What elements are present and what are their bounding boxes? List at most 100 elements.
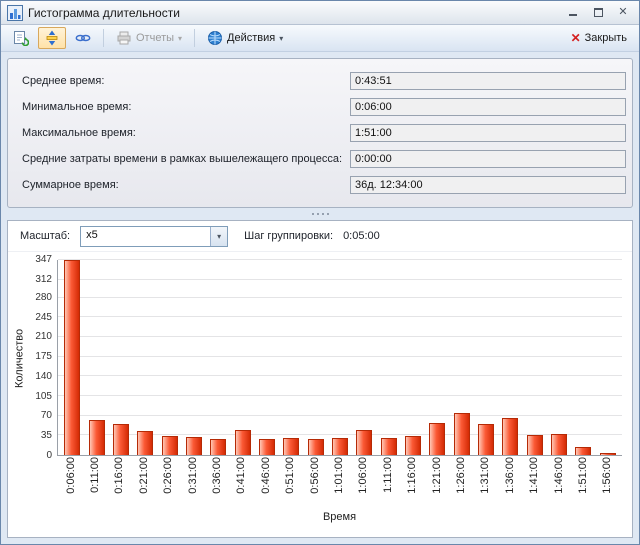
printer-icon <box>116 30 132 46</box>
y-tick-label: 0 <box>46 451 52 461</box>
chart-controls: Масштаб: x5 ▾ Шаг группировки: 0:05:00 <box>8 221 632 252</box>
histogram-chart: Количество 34731228024521017514010570350… <box>8 252 632 537</box>
y-tick-label: 70 <box>41 411 52 421</box>
stat-value-field[interactable]: 0:00:00 <box>350 150 626 168</box>
y-tick-label: 105 <box>35 392 52 402</box>
y-axis-title: Количество <box>12 260 27 456</box>
x-tick-label: 1:46:00 <box>554 457 565 494</box>
histogram-bar <box>259 439 275 455</box>
globe-icon <box>207 30 223 46</box>
x-tick-label: 1:01:00 <box>334 457 345 494</box>
x-tick-label: 0:56:00 <box>310 457 321 494</box>
maximize-button[interactable] <box>588 4 608 21</box>
stat-value-field[interactable]: 36д. 12:34:00 <box>350 176 626 194</box>
stat-row: Суммарное время:36д. 12:34:00 <box>22 172 626 198</box>
bar-slot <box>182 260 206 455</box>
toolbar-separator <box>103 29 104 47</box>
x-slot: 0:31:00 <box>181 456 205 508</box>
histogram-bar <box>308 439 324 455</box>
x-tick-label: 0:21:00 <box>139 457 150 494</box>
reports-button: Отчеты ▾ <box>110 27 188 49</box>
bar-slot <box>498 260 522 455</box>
y-axis: 34731228024521017514010570350 <box>27 260 57 456</box>
histogram-bar <box>600 453 616 455</box>
x-slot: 0:56:00 <box>303 456 327 508</box>
x-tick-label: 0:16:00 <box>114 457 125 494</box>
histogram-bar <box>575 447 591 455</box>
bars <box>58 260 622 455</box>
y-tick-label: 35 <box>41 431 52 441</box>
link-button[interactable] <box>69 27 97 49</box>
y-tick-label: 210 <box>35 332 52 342</box>
x-tick-label: 0:11:00 <box>90 457 101 493</box>
stat-row: Средние затраты времени в рамках вышележ… <box>22 146 626 172</box>
stat-label: Среднее время: <box>22 75 350 87</box>
histogram-bar <box>186 437 202 455</box>
actions-button[interactable]: Действия ▾ <box>201 27 289 49</box>
scale-combobox-value: x5 <box>81 227 210 246</box>
combobox-dropdown-button[interactable]: ▾ <box>210 227 227 246</box>
window-close-button[interactable]: ✕ <box>613 4 633 21</box>
close-x-icon: ✕ <box>571 32 581 44</box>
plot-area <box>57 260 622 456</box>
x-tick-label: 0:46:00 <box>261 457 272 494</box>
close-button[interactable]: ✕ Закрыть <box>565 27 633 49</box>
minimize-icon <box>569 9 577 16</box>
bar-slot <box>328 260 352 455</box>
x-tick-label: 0:26:00 <box>163 457 174 494</box>
histogram-bar <box>137 431 153 455</box>
scale-toggle-button[interactable] <box>38 27 66 49</box>
scale-label: Масштаб: <box>20 230 70 242</box>
x-slot: 1:06:00 <box>352 456 376 508</box>
y-tick-label: 347 <box>35 255 52 265</box>
x-tick-label: 1:26:00 <box>456 457 467 494</box>
bar-slot <box>279 260 303 455</box>
x-slot: 1:41:00 <box>522 456 546 508</box>
bar-slot <box>303 260 327 455</box>
bar-slot <box>401 260 425 455</box>
scale-combobox[interactable]: x5 ▾ <box>80 226 228 247</box>
refresh-button[interactable] <box>7 27 35 49</box>
x-slot: 1:26:00 <box>449 456 473 508</box>
splitter-handle[interactable] <box>7 208 633 220</box>
bar-slot <box>523 260 547 455</box>
y-tick-label: 140 <box>35 372 52 382</box>
stat-value-field[interactable]: 0:43:51 <box>350 72 626 90</box>
dialog-window: Гистограмма длительности ✕ <box>0 0 640 545</box>
stat-label: Суммарное время: <box>22 179 350 191</box>
x-tick-label: 0:06:00 <box>66 457 77 494</box>
histogram-bar <box>332 438 348 455</box>
histogram-bar <box>454 413 470 455</box>
x-labels: 0:06:00 0:11:00 0:16:00 0:21:00 0:26:00 0:31:… <box>57 456 622 508</box>
minimize-button[interactable] <box>563 4 583 21</box>
x-tick-label: 1:51:00 <box>578 457 589 494</box>
y-tick-label: 175 <box>35 352 52 362</box>
x-tick-label: 1:31:00 <box>480 457 491 494</box>
histogram-bar <box>478 424 494 455</box>
chain-link-icon <box>75 30 91 46</box>
grouping-step-value: 0:05:00 <box>343 230 380 242</box>
histogram-bar <box>235 430 251 455</box>
x-slot: 1:01:00 <box>327 456 351 508</box>
stat-label: Минимальное время: <box>22 101 350 113</box>
x-slot: 0:06:00 <box>59 456 83 508</box>
histogram-bar <box>429 423 445 455</box>
x-tick-label: 1:56:00 <box>602 457 613 494</box>
histogram-panel: Масштаб: x5 ▾ Шаг группировки: 0:05:00 К… <box>7 220 633 538</box>
x-slot: 1:36:00 <box>498 456 522 508</box>
x-slot: 0:11:00 <box>83 456 107 508</box>
histogram-bar <box>64 260 80 455</box>
stat-value-field[interactable]: 0:06:00 <box>350 98 626 116</box>
bar-slot <box>133 260 157 455</box>
actions-label: Действия <box>227 32 275 44</box>
x-tick-label: 1:06:00 <box>358 457 369 494</box>
bar-slot <box>84 260 108 455</box>
histogram-bar <box>381 438 397 455</box>
x-tick-label: 1:11:00 <box>383 457 394 493</box>
stat-value-field[interactable]: 1:51:00 <box>350 124 626 142</box>
reports-label: Отчеты <box>136 32 174 44</box>
x-tick-label: 1:36:00 <box>505 457 516 494</box>
x-tick-label: 0:51:00 <box>285 457 296 494</box>
chevron-down-icon: ▾ <box>217 232 221 241</box>
x-slot: 1:21:00 <box>425 456 449 508</box>
